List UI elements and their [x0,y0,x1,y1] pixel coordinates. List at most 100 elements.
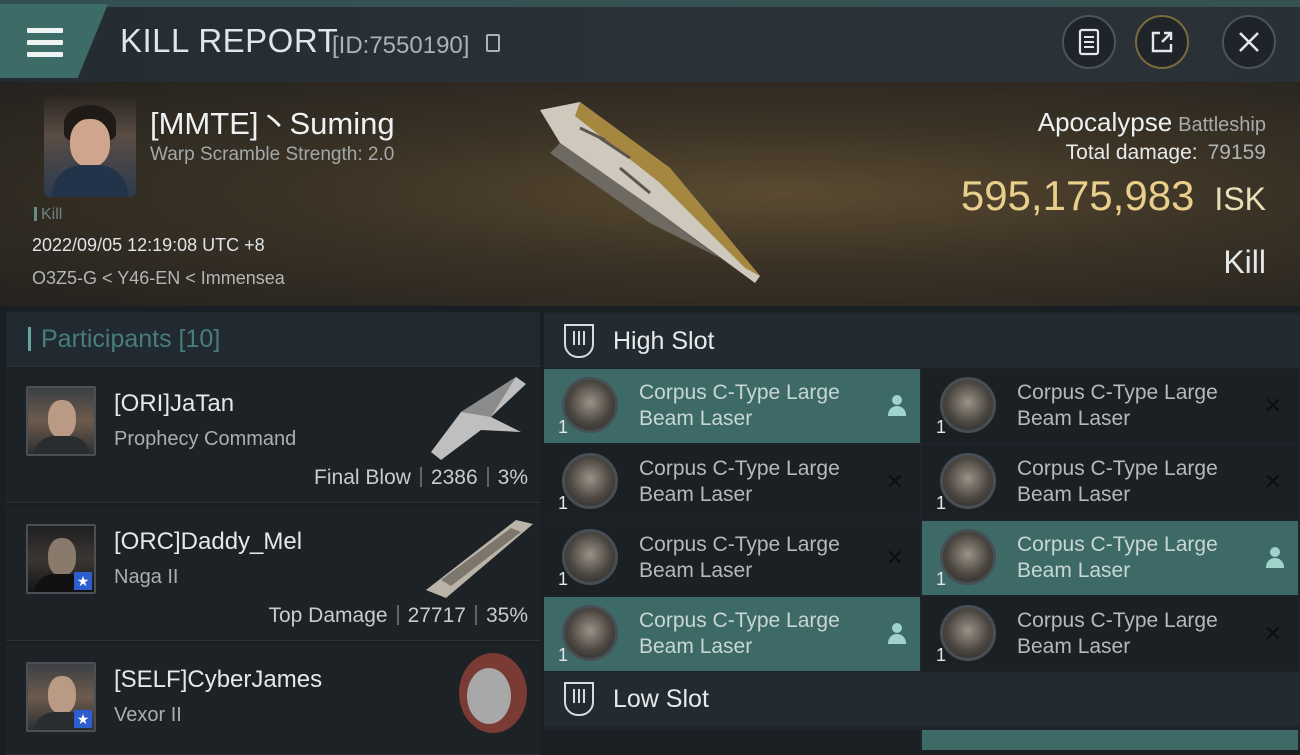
high-slot-header: High Slot [544,314,1300,368]
kill-location[interactable]: O3Z5-G < Y46-EN < Immensea [32,268,285,289]
laser-module-icon [940,453,996,509]
low-slot-label: Low Slot [613,685,709,713]
victim-avatar[interactable] [44,95,136,197]
fitting-panel: High Slot 1 Corpus C-Type Large Beam Lase… [544,312,1300,750]
module-name: Corpus C-Type Large Beam Laser [1017,533,1218,582]
person-icon [1266,547,1284,569]
low-slot-icon [564,682,594,716]
victim-name[interactable]: [MMTE]丶Suming [150,98,395,143]
avatar[interactable]: ★ [26,524,96,594]
module-name: Corpus C-Type Large Beam Laser [1017,609,1218,658]
participant-ship: Vexor II [114,704,182,726]
module-slot[interactable]: 1 Corpus C-Type Large Beam Laser ✕ [922,597,1298,671]
person-icon [888,623,906,645]
participant-percent: 35% [485,604,528,627]
high-slot-icon [564,324,594,358]
laser-module-icon [940,529,996,585]
participants-panel: Participants [10] [ORI]JaTan Prophecy Co… [6,312,540,755]
participant-ship-image [426,520,533,598]
module-slot[interactable]: 1 Corpus C-Type Large Beam Laser ✕ [922,445,1298,519]
isk-unit: ISK [1214,181,1266,217]
module-quantity: 1 [936,569,947,589]
kill-tag: Kill [34,206,62,224]
participant-name: [ORI]JaTan [114,390,235,417]
module-quantity: 1 [936,645,947,665]
avatar[interactable] [26,386,96,456]
result-label: Kill [1223,244,1266,280]
participant-ship: Naga II [114,566,179,588]
participant-ship-image [459,653,527,733]
module-quantity: 1 [936,417,947,437]
laser-module-icon [562,605,618,661]
total-damage-value: 79159 [1207,141,1266,164]
participant-row[interactable]: ★ [SELF]CyberJames Vexor II [6,644,540,755]
victim-ship-image [540,102,760,283]
module-slot[interactable]: 1 Corpus C-Type Large Beam Laser [922,521,1298,595]
star-icon: ★ [74,710,92,728]
participant-name: [ORC]Daddy_Mel [114,528,303,555]
laser-module-icon [562,377,618,433]
close-icon [1239,32,1259,52]
warp-scramble-strength: Warp Scramble Strength: 2.0 [150,144,395,165]
participant-name: [SELF]CyberJames [114,666,323,693]
ship-class: Battleship [1178,114,1266,136]
module-quantity: 1 [558,417,569,437]
laser-module-icon [940,605,996,661]
participant-row[interactable]: ★ [ORC]Daddy_Mel Naga II Top Damage 27717… [6,506,540,641]
participants-header[interactable]: Participants [10] [6,312,540,367]
x-icon: ✕ [1263,621,1282,646]
person-icon [888,395,906,417]
participant-ship-image [431,377,526,460]
x-icon: ✕ [1263,469,1282,494]
module-quantity: 1 [558,493,569,513]
high-slot-label: High Slot [613,327,715,355]
report-id: [ID:7550190] [332,32,470,59]
close-button[interactable] [1222,15,1276,69]
participant-damage: 27717 [407,604,466,627]
module-quantity: 1 [558,645,569,665]
clipboard-icon [1078,28,1100,56]
module-name: Corpus C-Type Large Beam Laser [1017,457,1218,506]
module-name: Corpus C-Type Large Beam Laser [639,609,840,658]
laser-module-icon [940,377,996,433]
module-slot[interactable]: 1 Corpus C-Type Large Beam Laser ✕ [922,369,1298,443]
page-title: KILL REPORT [120,22,339,59]
participant-row[interactable]: [ORI]JaTan Prophecy Command Final Blow 23… [6,368,540,503]
x-icon: ✕ [1263,393,1282,418]
participants-title: Participants [10] [41,325,221,353]
module-slot[interactable]: 1 Corpus C-Type Large Beam Laser [544,369,920,443]
module-slot[interactable] [544,730,920,750]
kill-datetime: 2022/09/05 12:19:08 UTC +8 [32,235,265,255]
avatar[interactable]: ★ [26,662,96,732]
laser-module-icon [562,453,618,509]
participant-percent: 3% [497,466,528,489]
share-icon [1151,31,1173,53]
low-slot-header: Low Slot [544,672,1300,726]
module-slot[interactable]: 1 Corpus C-Type Large Beam Laser ✕ [544,445,920,519]
x-icon: ✕ [885,469,904,494]
participant-ship: Prophecy Command [114,428,297,450]
menu-icon [27,28,63,57]
module-name: Corpus C-Type Large Beam Laser [1017,381,1218,430]
menu-button[interactable] [0,4,108,78]
participant-role: Top Damage [268,604,388,627]
module-slot[interactable] [922,730,1298,750]
x-icon: ✕ [885,545,904,570]
copy-icon[interactable] [486,34,500,52]
laser-module-icon [562,529,618,585]
module-quantity: 1 [558,569,569,589]
isk-value: 595,175,983 ISK [960,172,1266,219]
clipboard-button[interactable] [1062,15,1116,69]
module-name: Corpus C-Type Large Beam Laser [639,533,840,582]
participant-stats: Final Blow 2386 3% [314,466,528,490]
share-button[interactable] [1135,15,1189,69]
module-slot[interactable]: 1 Corpus C-Type Large Beam Laser [544,597,920,671]
star-icon: ★ [74,572,92,590]
total-damage: Total damage: 79159 [1065,141,1266,164]
module-slot[interactable]: 1 Corpus C-Type Large Beam Laser ✕ [544,521,920,595]
victim-ship-name[interactable]: Apocalypse Battleship [1038,107,1266,138]
participant-damage: 2386 [430,466,478,489]
module-quantity: 1 [936,493,947,513]
top-bar: KILL REPORT [ID:7550190] [0,0,1300,82]
module-name: Corpus C-Type Large Beam Laser [639,381,840,430]
